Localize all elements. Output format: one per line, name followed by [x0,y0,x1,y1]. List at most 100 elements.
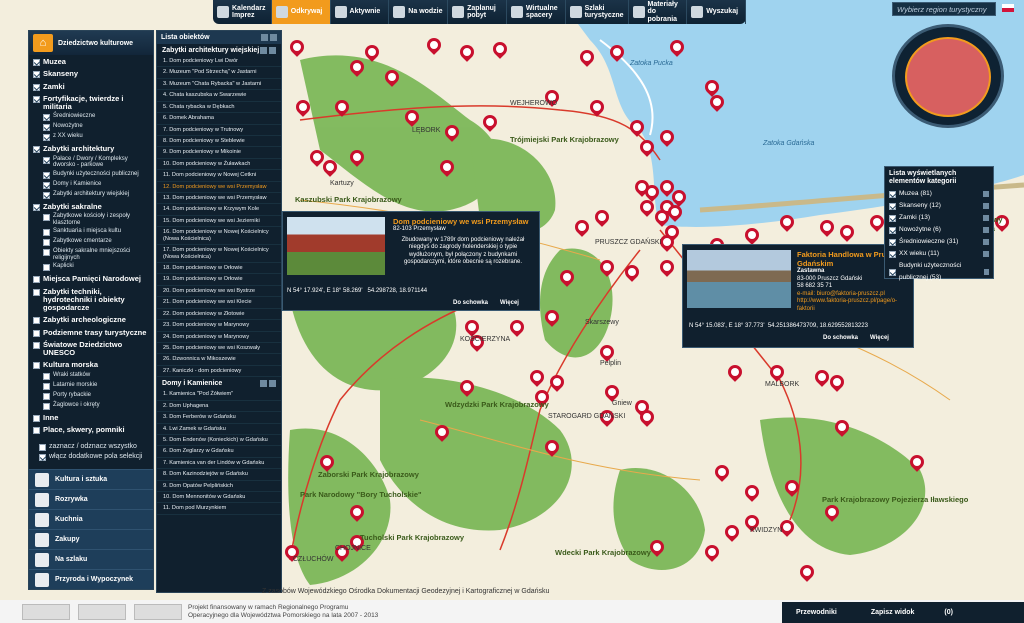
active-category-item[interactable]: Średniowieczne (31) [889,236,989,248]
category-checkbox[interactable] [43,213,50,221]
category-group-3[interactable]: Kuchnia [29,509,153,529]
category-item[interactable]: Zabytki architektury [29,144,153,154]
map-pin-icon[interactable] [665,202,685,223]
active-category-item[interactable]: Zamki (13) [889,212,989,224]
category-checkbox[interactable] [43,171,50,179]
map-pin-icon[interactable] [722,522,742,543]
more-button[interactable]: Więcej [500,300,519,306]
list-item[interactable]: 20. Dom podcieniowy we wsi Bystrze [157,286,281,298]
category-item[interactable]: Sanktuaria i miejsca kultu [29,227,153,237]
remove-icon[interactable] [984,269,989,276]
list-item[interactable]: 16. Dom podcieniowy w Nowej Kościelnicy … [157,227,281,246]
category-item[interactable]: Domy i Kamienice [29,180,153,190]
map-pin-icon[interactable] [293,97,313,118]
list-item[interactable]: 5. Dom Endenów (Konieckich) w Gdańsku [157,435,281,447]
map-pin-icon[interactable] [657,232,677,253]
category-item[interactable]: Zabytki sakralne [29,202,153,212]
map-pin-icon[interactable] [607,42,627,63]
category-item[interactable]: Porty rybackie [29,391,153,401]
category-checkbox[interactable] [43,156,50,164]
list-item[interactable]: 10. Dom Mennonitów w Gdańsku [157,492,281,504]
map-pin-icon[interactable] [402,107,422,128]
map-pin-icon[interactable] [817,217,837,238]
select-all-checkbox[interactable] [39,444,46,451]
list-item[interactable]: 14. Dom podcieniowy w Krzywym Kole [157,204,281,216]
list-item[interactable]: 4. Lwi Zamek w Gdańsku [157,424,281,435]
category-checkbox[interactable] [33,71,40,79]
map-pin-icon[interactable] [657,127,677,148]
map-pin-icon[interactable] [347,147,367,168]
map-pin-icon[interactable] [597,257,617,278]
list-item[interactable]: 7. Kamienica van der Lindów w Gdańsku [157,458,281,470]
more-button[interactable]: Więcej [870,335,889,341]
category-item[interactable]: Place, skwery, pomniki [29,425,153,435]
minimap[interactable] [892,24,1004,128]
map-pin-icon[interactable] [320,157,340,178]
remove-icon[interactable] [983,239,989,246]
list-item[interactable]: 11. Dom pod Murzynkiem [157,503,281,515]
category-checkbox[interactable] [43,372,50,380]
category-group-6[interactable]: Przyroda i Wypoczynek [29,569,153,589]
nav-wyszukaj[interactable]: Wyszukaj [687,0,747,24]
list-item[interactable]: 10. Dom podcieniowy w Żuławkach [157,159,281,171]
list-item[interactable]: 27. Kaniczki - dom podcieniowy [157,366,281,378]
category-item[interactable]: Latarnie morskie [29,381,153,391]
map-pin-icon[interactable] [332,97,352,118]
category-item[interactable]: Zabytkowe kościoły i zespoły klasztorne [29,212,153,227]
category-item[interactable]: Fortyfikacje, twierdze i militaria [29,94,153,113]
map-pin-icon[interactable] [347,502,367,523]
category-checkbox[interactable] [43,114,50,122]
category-checkbox[interactable] [33,317,40,325]
poi-url[interactable]: http://www.faktoria-pruszcz.pl/page/o-fa… [797,298,911,313]
map-pin-icon[interactable] [572,217,592,238]
extra-fields-checkbox[interactable] [39,454,46,461]
close-icon[interactable] [270,34,277,41]
category-item[interactable]: Inne [29,413,153,423]
category-item[interactable]: Pałace / Dwory / Kompleksy dworsko - par… [29,155,153,170]
nav-odkrywaj[interactable]: Odkrywaj [271,0,331,24]
map-pin-icon[interactable] [812,367,832,388]
map-pin-icon[interactable] [647,537,667,558]
collapse-icon[interactable] [260,47,267,54]
map-pin-icon[interactable] [797,562,817,583]
nav-materialy[interactable]: Materiały do pobrania [629,0,688,24]
language-flag-icon[interactable] [1002,4,1014,12]
map-pin-icon[interactable] [627,117,647,138]
category-checkbox[interactable] [33,95,40,103]
category-group-5[interactable]: Na szlaku [29,549,153,569]
remove-icon[interactable] [983,251,989,258]
save-view-button[interactable]: Zapisz widok [871,609,915,616]
map-pin-icon[interactable] [457,377,477,398]
map-pin-icon[interactable] [457,42,477,63]
category-checkbox[interactable] [43,382,50,390]
list-item[interactable]: 9. Dom Opatów Pelplińskich [157,481,281,493]
category-checkbox[interactable] [43,239,50,247]
category-item[interactable]: Kultura morska [29,360,153,370]
category-item[interactable]: Obiekty sakralne mniejszości religijnych [29,247,153,262]
category-checkbox[interactable] [33,146,40,154]
category-checkbox[interactable] [43,402,50,410]
map-pin-icon[interactable] [542,307,562,328]
category-item[interactable]: Światowe Dziedzictwo UNESCO [29,340,153,359]
map-pin-icon[interactable] [557,267,577,288]
map-pin-icon[interactable] [782,477,802,498]
map-pin-icon[interactable] [347,57,367,78]
map-pin-icon[interactable] [822,502,842,523]
category-group-2[interactable]: Rozrywka [29,489,153,509]
active-category-checkbox[interactable] [889,269,896,277]
category-checkbox[interactable] [33,83,40,91]
active-category-item[interactable]: Nowożytne (6) [889,224,989,236]
map-pin-icon[interactable] [827,372,847,393]
extra-fields-toggle[interactable]: włącz dodatkowe pola selekcji [35,452,146,462]
nav-szlaki[interactable]: Szlaki turystyczne [566,0,629,24]
clipboard-count[interactable]: (0) [944,609,953,616]
map-pin-icon[interactable] [490,39,510,60]
map-pin-icon[interactable] [667,37,687,58]
category-item[interactable]: Miejsca Pamięci Narodowej [29,274,153,284]
category-item[interactable]: Nowożytne [29,122,153,132]
nav-zaplanuj[interactable]: Zaplanuj pobyt [448,0,507,24]
category-checkbox[interactable] [33,414,40,422]
map-pin-icon[interactable] [442,122,462,143]
category-item[interactable]: Skanseny [29,69,153,79]
map-pin-icon[interactable] [837,222,857,243]
